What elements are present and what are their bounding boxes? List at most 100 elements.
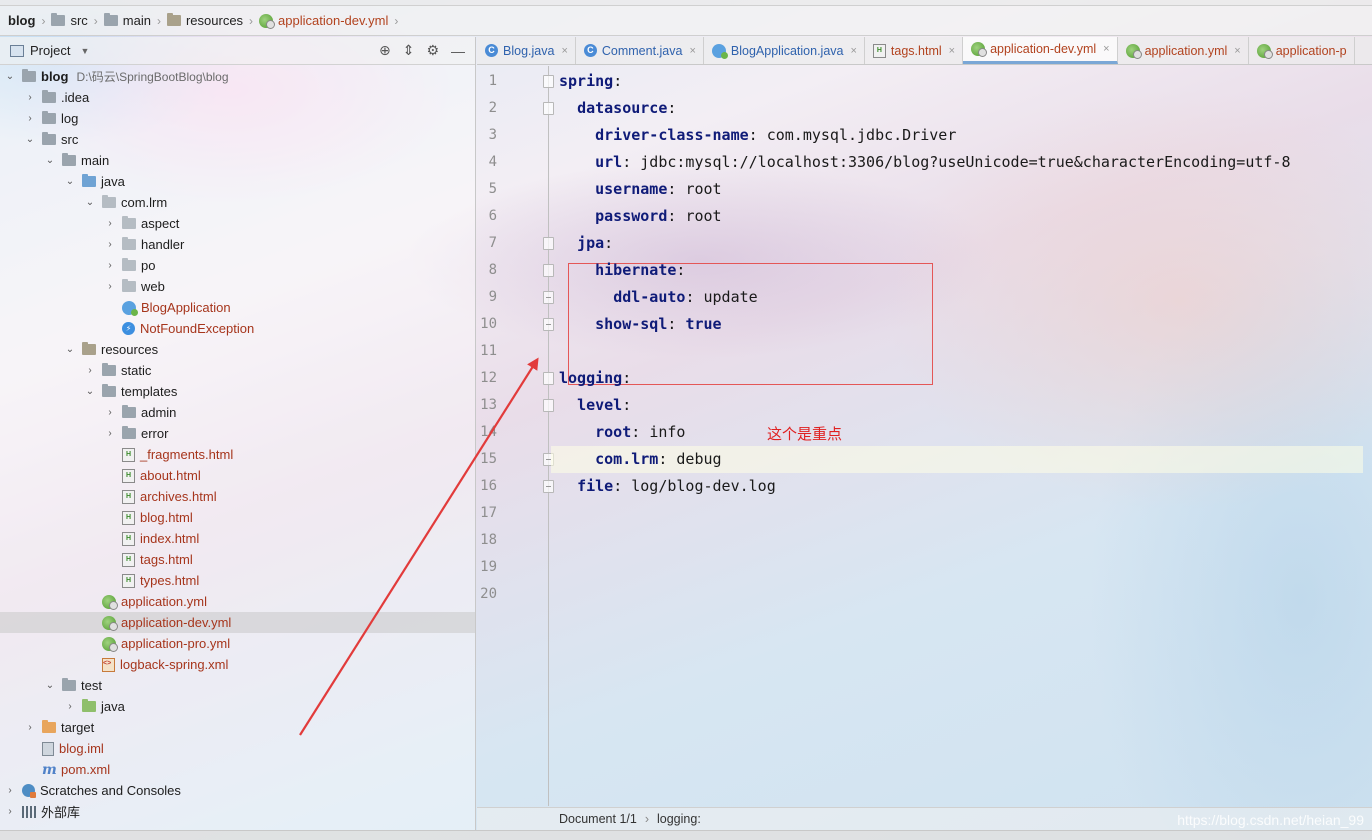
chevron-right-icon[interactable]: › (84, 365, 96, 376)
breadcrumb-item[interactable]: main (103, 13, 151, 28)
tree-item[interactable]: › error (0, 423, 475, 444)
project-view-icon (10, 44, 24, 57)
chevron-down-icon[interactable]: ⌄ (64, 344, 76, 355)
fold-marker-icon[interactable] (543, 291, 554, 304)
chevron-right-icon[interactable]: › (104, 428, 116, 439)
tree-item[interactable]: › handler (0, 234, 475, 255)
tree-item[interactable]: logback-spring.xml (0, 654, 475, 675)
chevron-right-icon[interactable]: › (24, 722, 36, 733)
chevron-down-icon[interactable]: ⌄ (84, 197, 96, 208)
editor-tab[interactable]: application-p (1249, 37, 1355, 64)
fold-marker-icon[interactable] (543, 399, 554, 412)
chevron-down-icon[interactable]: ⌄ (24, 134, 36, 145)
tree-item[interactable]: ⌄ main (0, 150, 475, 171)
editor-tab[interactable]: application-dev.yml × (963, 37, 1118, 64)
chevron-right-icon[interactable]: › (24, 113, 36, 124)
tree-item[interactable]: archives.html (0, 486, 475, 507)
tree-item[interactable]: blog.iml (0, 738, 475, 759)
fold-marker-icon[interactable] (543, 75, 554, 88)
tree-item[interactable]: about.html (0, 465, 475, 486)
editor-tab[interactable]: tags.html × (865, 37, 964, 64)
fold-marker-icon[interactable] (543, 102, 554, 115)
tree-item[interactable]: › java (0, 696, 475, 717)
line-number-gutter: 1 2 3 4 5 6 7 8 9 10 11 12 13 14 15 16 17 18 19 20 (477, 66, 554, 806)
tree-item[interactable]: index.html (0, 528, 475, 549)
editor-tab[interactable]: BlogApplication.java × (704, 37, 865, 64)
chevron-right-icon[interactable]: › (104, 218, 116, 229)
tree-item[interactable]: › log (0, 108, 475, 129)
tree-item[interactable]: › po (0, 255, 475, 276)
tree-item[interactable]: application-dev.yml (0, 612, 475, 633)
chevron-down-icon[interactable]: ⌄ (84, 386, 96, 397)
chevron-right-icon[interactable]: › (104, 239, 116, 250)
tree-item[interactable]: › aspect (0, 213, 475, 234)
close-icon[interactable]: × (850, 45, 856, 57)
chevron-right-icon[interactable]: › (4, 785, 16, 796)
chevron-down-icon[interactable]: ⌄ (44, 155, 56, 166)
minimize-icon[interactable]: — (451, 43, 465, 59)
tree-item[interactable]: › .idea (0, 87, 475, 108)
project-view-selector[interactable]: Project ▼ (10, 43, 89, 58)
breadcrumb-item[interactable]: blog (8, 13, 35, 28)
chevron-right-icon[interactable]: › (104, 260, 116, 271)
chevron-right-icon[interactable]: › (24, 92, 36, 103)
chevron-right-icon[interactable]: › (4, 806, 16, 817)
breadcrumb-item[interactable]: resources (166, 13, 243, 28)
fold-marker-icon[interactable] (543, 264, 554, 277)
chevron-right-icon[interactable]: › (64, 701, 76, 712)
tree-item[interactable]: ⌄ test (0, 675, 475, 696)
chevron-down-icon[interactable]: ⌄ (4, 71, 16, 82)
tree-item[interactable]: ⌄ templates (0, 381, 475, 402)
editor-area: Blog.java×Comment.java×BlogApplication.j… (477, 37, 1372, 830)
tree-item[interactable]: ⌄ java (0, 171, 475, 192)
editor-tab[interactable]: Comment.java × (576, 37, 704, 64)
close-icon[interactable]: × (561, 45, 567, 57)
tree-item[interactable]: BlogApplication (0, 297, 475, 318)
fold-marker-icon[interactable] (543, 480, 554, 493)
tree-item-label: templates (121, 384, 178, 399)
tree-item[interactable]: › Scratches and Consoles (0, 780, 475, 801)
tree-item[interactable]: › static (0, 360, 475, 381)
tree-item[interactable]: › admin (0, 402, 475, 423)
fold-marker-icon[interactable] (543, 318, 554, 331)
gear-icon[interactable]: ⚙ (426, 42, 439, 59)
fold-marker-icon[interactable] (543, 237, 554, 250)
status-context[interactable]: logging: (657, 812, 701, 826)
close-icon[interactable]: × (1103, 43, 1109, 55)
collapse-icon[interactable]: ⇕ (403, 42, 415, 59)
code-editor[interactable]: 这个是重点 spring: datasource: driver-class-n… (551, 66, 1369, 806)
source-folder-icon (82, 174, 96, 187)
tree-item-label: application-dev.yml (121, 615, 232, 630)
breadcrumb-item[interactable]: src (51, 13, 88, 28)
fold-marker-icon[interactable] (543, 372, 554, 385)
yaml-key: level (577, 396, 623, 414)
locate-icon[interactable]: ⊕ (379, 42, 391, 59)
editor-tab[interactable]: application.yml × (1118, 37, 1249, 64)
close-icon[interactable]: × (689, 45, 695, 57)
breadcrumb-item[interactable]: application-dev.yml (259, 13, 388, 29)
chevron-right-icon[interactable]: › (104, 281, 116, 292)
tree-item[interactable]: application-pro.yml (0, 633, 475, 654)
chevron-down-icon[interactable]: ⌄ (64, 176, 76, 187)
tree-item[interactable]: _fragments.html (0, 444, 475, 465)
tree-item[interactable]: › web (0, 276, 475, 297)
line-number: 2 (488, 100, 497, 116)
tree-item[interactable]: › target (0, 717, 475, 738)
close-icon[interactable]: × (1234, 45, 1240, 57)
chevron-down-icon[interactable]: ⌄ (44, 680, 56, 691)
close-icon[interactable]: × (949, 45, 955, 57)
tree-item[interactable]: blog.html (0, 507, 475, 528)
editor-tab[interactable]: Blog.java × (477, 37, 576, 64)
tree-item[interactable]: ⌄ com.lrm (0, 192, 475, 213)
chevron-right-icon[interactable]: › (104, 407, 116, 418)
tree-item[interactable]: tags.html (0, 549, 475, 570)
tree-item[interactable]: application.yml (0, 591, 475, 612)
tree-item[interactable]: pom.xml (0, 759, 475, 780)
tree-root-blog[interactable]: ⌄ blog D:\码云\SpringBootBlog\blog (0, 66, 475, 87)
tree-item[interactable]: NotFoundException (0, 318, 475, 339)
tree-item[interactable]: ⌄ src (0, 129, 475, 150)
tree-item[interactable]: types.html (0, 570, 475, 591)
tree-item[interactable]: ⌄ resources (0, 339, 475, 360)
tree-item[interactable]: › 外部库 (0, 801, 475, 822)
editor-tab-label: BlogApplication.java (730, 43, 844, 58)
